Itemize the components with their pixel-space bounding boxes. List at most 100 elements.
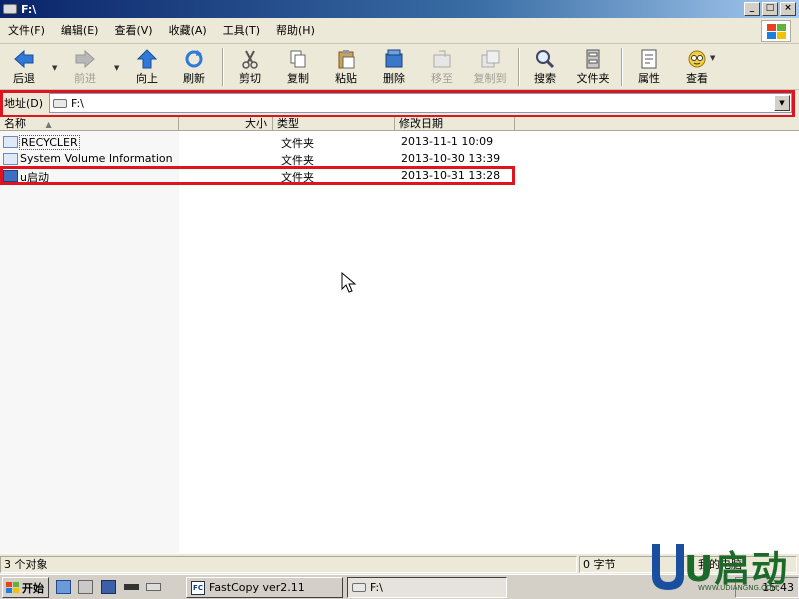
paste-label: 粘贴 (335, 72, 357, 85)
column-size-label: 大小 (245, 117, 267, 130)
column-modified[interactable]: 修改日期 (395, 117, 515, 131)
file-name: u启动 (20, 171, 49, 184)
refresh-label: 刷新 (183, 72, 205, 85)
up-label: 向上 (136, 72, 158, 85)
windows-flag-icon (6, 581, 19, 594)
task-explorer-label: F:\ (370, 581, 383, 594)
title-bar[interactable]: F:\ _ □ × (0, 0, 799, 18)
view-button[interactable]: 查看 (675, 47, 719, 87)
forward-button[interactable]: 前进 (63, 47, 107, 87)
refresh-icon (185, 50, 203, 68)
search-label: 搜索 (534, 72, 556, 85)
sort-ascending-icon: ▲ (45, 120, 52, 129)
file-name: RECYCLER (19, 135, 80, 150)
delete-label: 删除 (383, 72, 405, 85)
search-icon (536, 50, 555, 69)
view-label: 查看 (686, 72, 708, 85)
file-type: 文件夹 (281, 137, 314, 150)
delete-button[interactable]: 删除 (372, 47, 416, 87)
column-modified-label: 修改日期 (399, 117, 443, 130)
back-label: 后退 (13, 72, 35, 85)
column-name-label: 名称 (4, 117, 26, 130)
view-dropdown-icon[interactable]: ▼ (710, 54, 715, 62)
up-arrow-icon (136, 49, 158, 69)
view-glasses-icon (688, 50, 706, 68)
window-controls: _ □ × (744, 2, 796, 16)
forward-dropdown-icon[interactable]: ▼ (114, 64, 119, 72)
address-input[interactable]: F:\ ▼ (49, 93, 792, 113)
file-row-uqidong[interactable]: u启动 文件夹 2013-10-31 13:28 (0, 167, 799, 184)
system-tray: 15:43 (735, 577, 799, 598)
quicklaunch-save-icon[interactable] (101, 580, 116, 594)
clock[interactable]: 15:43 (762, 581, 794, 594)
address-dropdown-button[interactable]: ▼ (774, 95, 790, 111)
menu-tools[interactable]: 工具(T) (215, 19, 268, 43)
quicklaunch-computer-icon[interactable] (78, 580, 93, 594)
properties-label: 属性 (638, 72, 660, 85)
start-label: 开始 (22, 581, 44, 595)
file-row-recycler[interactable]: RECYCLER 文件夹 2013-11-1 10:09 (0, 133, 799, 150)
file-type: 文件夹 (281, 171, 314, 184)
move-to-button[interactable]: 移至 (420, 47, 464, 87)
column-name[interactable]: 名称 ▲ (0, 117, 179, 131)
menu-edit[interactable]: 编辑(E) (53, 19, 107, 43)
properties-button[interactable]: 属性 (627, 47, 671, 87)
back-button[interactable]: 后退 (2, 47, 46, 87)
refresh-button[interactable]: 刷新 (172, 47, 216, 87)
scissors-icon (242, 50, 258, 69)
taskbar: 开始 FC FastCopy ver2.11 F:\ 15:43 (0, 574, 799, 599)
copy-icon (290, 50, 306, 68)
back-arrow-icon (14, 49, 34, 69)
paste-button[interactable]: 粘贴 (324, 47, 368, 87)
menu-help[interactable]: 帮助(H) (268, 19, 323, 43)
file-type: 文件夹 (281, 154, 314, 167)
fastcopy-icon: FC (191, 580, 205, 595)
mouse-cursor-icon (341, 272, 357, 293)
folder-icon (3, 170, 18, 182)
file-name: System Volume Information (20, 152, 173, 165)
menu-favorites[interactable]: 收藏(A) (161, 19, 215, 43)
quicklaunch-drive-icon[interactable] (124, 584, 139, 590)
file-list: RECYCLER 文件夹 2013-11-1 10:09 System Volu… (0, 131, 799, 553)
search-button[interactable]: 搜索 (523, 47, 567, 87)
folders-icon (586, 49, 600, 69)
back-dropdown-icon[interactable]: ▼ (52, 64, 57, 72)
address-value: F:\ (71, 96, 84, 110)
file-modified: 2013-11-1 10:09 (401, 135, 494, 148)
file-modified: 2013-10-30 13:39 (401, 152, 501, 165)
status-count: 3 个对象 (0, 556, 577, 573)
copy-to-button[interactable]: 复制到 (468, 47, 512, 87)
folder-icon (3, 136, 18, 148)
file-modified: 2013-10-31 13:28 (401, 169, 501, 182)
copy-button[interactable]: 复制 (276, 47, 320, 87)
properties-icon (641, 49, 657, 69)
forward-label: 前进 (74, 72, 96, 85)
start-button[interactable]: 开始 (2, 577, 49, 598)
task-explorer[interactable]: F:\ (347, 577, 507, 598)
up-button[interactable]: 向上 (125, 47, 169, 87)
cut-button[interactable]: 剪切 (228, 47, 272, 87)
column-type[interactable]: 类型 (273, 117, 395, 131)
task-fastcopy[interactable]: FC FastCopy ver2.11 (186, 577, 343, 598)
sorted-column-shade (0, 131, 179, 553)
status-location: 我的电脑 (679, 556, 797, 573)
drive-icon (3, 4, 17, 14)
copy-label: 复制 (287, 72, 309, 85)
menu-view[interactable]: 查看(V) (106, 19, 160, 43)
file-row-system-volume[interactable]: System Volume Information 文件夹 2013-10-30… (0, 150, 799, 167)
folders-button[interactable]: 文件夹 (571, 47, 615, 87)
column-size[interactable]: 大小 (179, 117, 273, 131)
address-label: 地址(D) (4, 97, 44, 110)
minimize-button[interactable]: _ (744, 2, 760, 16)
delete-icon (385, 49, 403, 68)
quicklaunch-usb-icon[interactable] (146, 583, 161, 591)
cut-label: 剪切 (239, 72, 261, 85)
close-button[interactable]: × (780, 2, 796, 16)
drive-icon (53, 98, 67, 108)
toolbar-separator (518, 48, 520, 86)
maximize-button[interactable]: □ (762, 2, 778, 16)
menu-file[interactable]: 文件(F) (0, 19, 53, 43)
quicklaunch-explorer-icon[interactable] (56, 580, 71, 594)
folder-icon (3, 153, 18, 165)
column-header: 名称 ▲ 大小 类型 修改日期 (0, 117, 799, 131)
